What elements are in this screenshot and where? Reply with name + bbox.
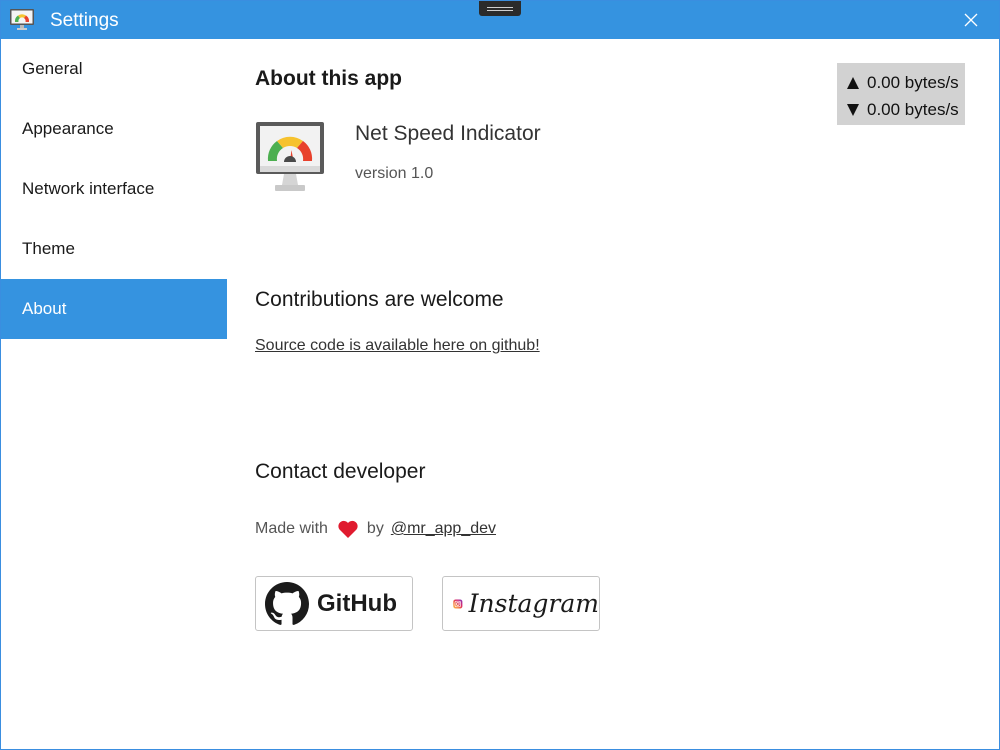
heart-icon [338, 520, 358, 538]
title-bar[interactable]: Settings [1, 1, 999, 39]
github-label: GitHub [317, 589, 397, 617]
about-panel: About this app Net Speed Indicator versi… [255, 39, 975, 739]
contributions-heading: Contributions are welcome [255, 288, 504, 311]
sidebar-item-theme[interactable]: Theme [1, 219, 227, 279]
download-speed-row: 0.00 bytes/s [846, 96, 965, 123]
down-arrow-icon [847, 103, 859, 116]
speedometer-monitor-icon [10, 9, 34, 30]
upload-speed: 0.00 bytes/s [867, 72, 959, 92]
drag-handle[interactable] [479, 1, 521, 16]
speedometer-monitor-icon [256, 122, 324, 191]
sidebar-item-network-interface[interactable]: Network interface [1, 159, 227, 219]
window-title: Settings [50, 10, 119, 31]
upload-speed-row: 0.00 bytes/s [846, 69, 965, 96]
github-button[interactable]: GitHub [255, 576, 413, 631]
close-icon [964, 13, 978, 27]
up-arrow-icon [847, 76, 859, 89]
by-text: by [366, 520, 384, 537]
close-button[interactable] [953, 7, 989, 33]
instagram-button[interactable]: Instagram [442, 576, 600, 631]
sidebar-item-appearance[interactable]: Appearance [1, 99, 227, 159]
made-with-line: Made with by @mr_app_dev [255, 519, 496, 539]
download-speed: 0.00 bytes/s [867, 99, 959, 119]
app-name: Net Speed Indicator [355, 122, 541, 145]
about-heading: About this app [255, 67, 402, 90]
instagram-label: Instagram [468, 589, 599, 618]
made-with-text: Made with [255, 520, 328, 537]
sidebar-item-general[interactable]: General [1, 39, 227, 99]
source-code-link[interactable]: Source code is available here on github! [255, 337, 540, 355]
developer-handle-link[interactable]: @mr_app_dev [391, 520, 496, 538]
contact-heading: Contact developer [255, 460, 426, 483]
sidebar-item-about[interactable]: About [1, 279, 227, 339]
speed-indicator: 0.00 bytes/s 0.00 bytes/s [837, 63, 965, 125]
instagram-icon [453, 598, 463, 609]
settings-window: Settings General Appearance Network inte… [0, 0, 1000, 750]
sidebar-nav: General Appearance Network interface The… [1, 39, 227, 339]
app-version: version 1.0 [355, 165, 434, 182]
github-icon [265, 581, 309, 625]
